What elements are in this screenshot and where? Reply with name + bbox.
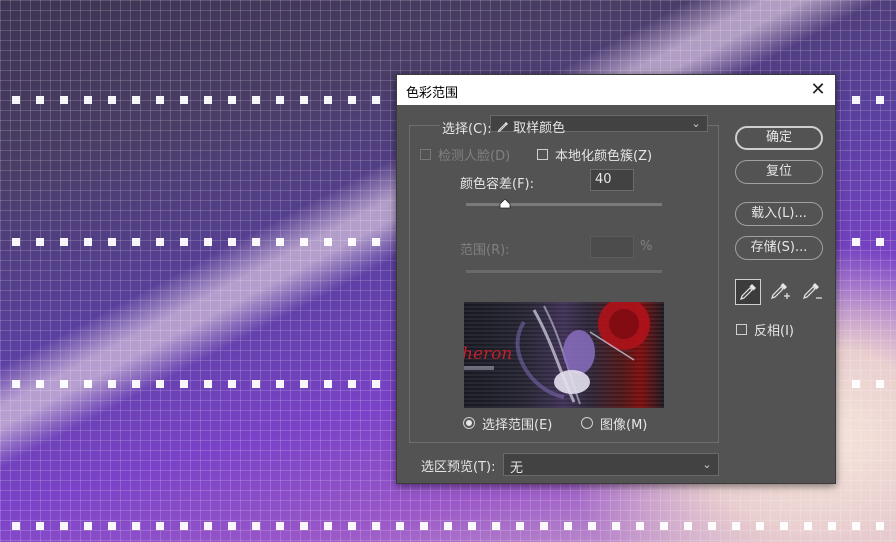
invert-checkbox[interactable] <box>736 324 747 335</box>
slider-thumb-icon <box>499 199 511 209</box>
range-unit: % <box>640 239 653 254</box>
radio-image-label: 图像(M) <box>600 418 648 433</box>
range-slider-track <box>466 270 662 273</box>
select-label: 选择(C): <box>440 118 494 137</box>
eyedropper-icon <box>740 284 756 300</box>
select-dropdown[interactable]: 取样颜色 ⌄ <box>490 115 708 136</box>
eyedropper-minus-tool[interactable] <box>799 279 825 305</box>
chevron-down-icon: ⌄ <box>702 458 712 471</box>
detect-faces-checkbox[interactable] <box>420 149 431 160</box>
preview-artwork: heron <box>464 302 664 408</box>
preview-text: heron <box>464 344 512 364</box>
select-value-wrap: 取样颜色 <box>497 117 565 136</box>
dialog-title: 色彩范围 <box>406 86 459 101</box>
chevron-down-icon: ⌄ <box>691 117 701 130</box>
selection-preview-label: 选区预览(T): <box>421 460 496 475</box>
radio-selection[interactable] <box>463 417 475 429</box>
selection-preview-value: 无 <box>510 461 524 476</box>
detect-faces-label: 检测人脸(D) <box>438 149 511 164</box>
radio-selection-label: 选择范围(E) <box>482 418 553 433</box>
radio-image[interactable] <box>581 417 593 429</box>
load-button[interactable]: 载入(L)... <box>735 202 823 226</box>
marching-ants-row <box>12 522 896 530</box>
select-value: 取样颜色 <box>513 121 566 136</box>
close-icon: ✕ <box>810 79 826 100</box>
ok-button[interactable]: 确定 <box>735 126 823 150</box>
reset-button[interactable]: 复位 <box>735 160 823 184</box>
eyedropper-plus-tool[interactable] <box>767 279 793 305</box>
eyedropper-plus-icon <box>771 283 790 299</box>
fuzziness-label: 颜色容差(F): <box>460 177 535 192</box>
range-label: 范围(R): <box>460 243 510 258</box>
preview-image: heron <box>464 302 664 408</box>
selection-preview-dropdown[interactable]: 无 ⌄ <box>503 453 719 476</box>
invert-label: 反相(I) <box>754 324 794 339</box>
close-button[interactable]: ✕ <box>807 79 829 101</box>
save-button[interactable]: 存储(S)... <box>735 236 823 260</box>
fuzziness-input[interactable]: 40 <box>590 169 634 191</box>
localized-clusters-label: 本地化颜色簇(Z) <box>555 149 653 164</box>
localized-clusters-checkbox[interactable] <box>537 149 548 160</box>
options-group: 选择(C): 取样颜色 ⌄ 检测人脸(D) 本地化颜色簇(Z) 颜色容差(F):… <box>409 115 719 443</box>
range-input <box>590 236 634 258</box>
color-range-dialog: 色彩范围 ✕ 选择(C): 取样颜色 ⌄ 检测人脸(D) 本地化颜色簇(Z) 颜… <box>396 74 836 484</box>
eyedropper-minus-icon <box>803 283 822 299</box>
eyedropper-small-icon <box>497 122 508 133</box>
fuzziness-slider-track[interactable] <box>466 203 662 206</box>
eyedropper-tool[interactable] <box>735 279 761 305</box>
dialog-titlebar[interactable]: 色彩范围 ✕ <box>397 75 835 105</box>
